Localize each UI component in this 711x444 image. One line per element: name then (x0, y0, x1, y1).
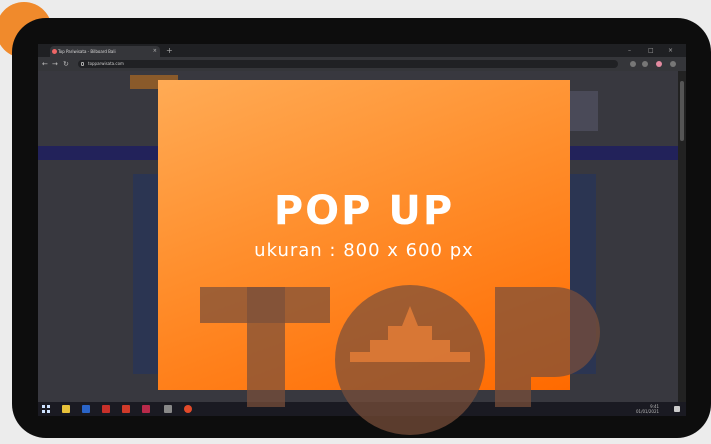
file-explorer-icon[interactable] (62, 405, 70, 413)
app-icon-powerpoint[interactable] (122, 405, 130, 413)
app-icon-pdf[interactable] (142, 405, 150, 413)
tab-strip: Top Pariwisata - Bilboard Bali × + – □ × (38, 44, 686, 57)
tab-title: Top Pariwisata - Bilboard Bali (58, 49, 116, 54)
windows-taskbar: 9:41 01/01/2021 (38, 402, 686, 416)
tab-close-icon[interactable]: × (153, 46, 157, 57)
address-bar[interactable]: topparwisata.com (78, 60, 618, 68)
reload-icon[interactable]: ↻ (63, 59, 69, 69)
back-icon[interactable]: ← (42, 59, 48, 69)
maximize-button[interactable]: □ (648, 45, 654, 56)
windows-start-icon[interactable] (42, 405, 50, 413)
clock-date: 01/01/2021 (636, 409, 660, 414)
popup-subtitle: ukuran : 800 x 600 px (254, 240, 474, 261)
page-scrollbar[interactable] (678, 71, 686, 402)
forward-icon[interactable]: → (52, 59, 58, 69)
app-icon-gray[interactable] (164, 405, 172, 413)
header-banner (568, 91, 598, 131)
popup-title: POP UP (273, 188, 455, 234)
popup-overlay[interactable]: POP UP ukuran : 800 x 600 px (158, 80, 570, 390)
system-clock[interactable]: 9:41 01/01/2021 (636, 404, 659, 414)
scroll-thumb[interactable] (680, 81, 684, 141)
favicon-icon (52, 49, 57, 54)
app-icon-red[interactable] (102, 405, 110, 413)
close-window-button[interactable]: × (668, 45, 673, 56)
notification-icon[interactable] (674, 406, 680, 412)
minimize-button[interactable]: – (628, 45, 631, 56)
side-card-right (566, 174, 596, 374)
browser-tab[interactable]: Top Pariwisata - Bilboard Bali × (50, 46, 160, 57)
extension-icon[interactable] (630, 61, 636, 67)
lock-icon (81, 62, 84, 66)
browser-toolbar: ← → ↻ topparwisata.com (38, 57, 686, 71)
menu-icon[interactable] (670, 61, 676, 67)
profile-avatar[interactable] (656, 61, 662, 67)
bookmark-icon[interactable] (642, 61, 648, 67)
word-app-icon[interactable] (82, 405, 90, 413)
new-tab-button[interactable]: + (166, 45, 173, 56)
chrome-icon[interactable] (184, 405, 192, 413)
url-text: topparwisata.com (88, 61, 124, 66)
